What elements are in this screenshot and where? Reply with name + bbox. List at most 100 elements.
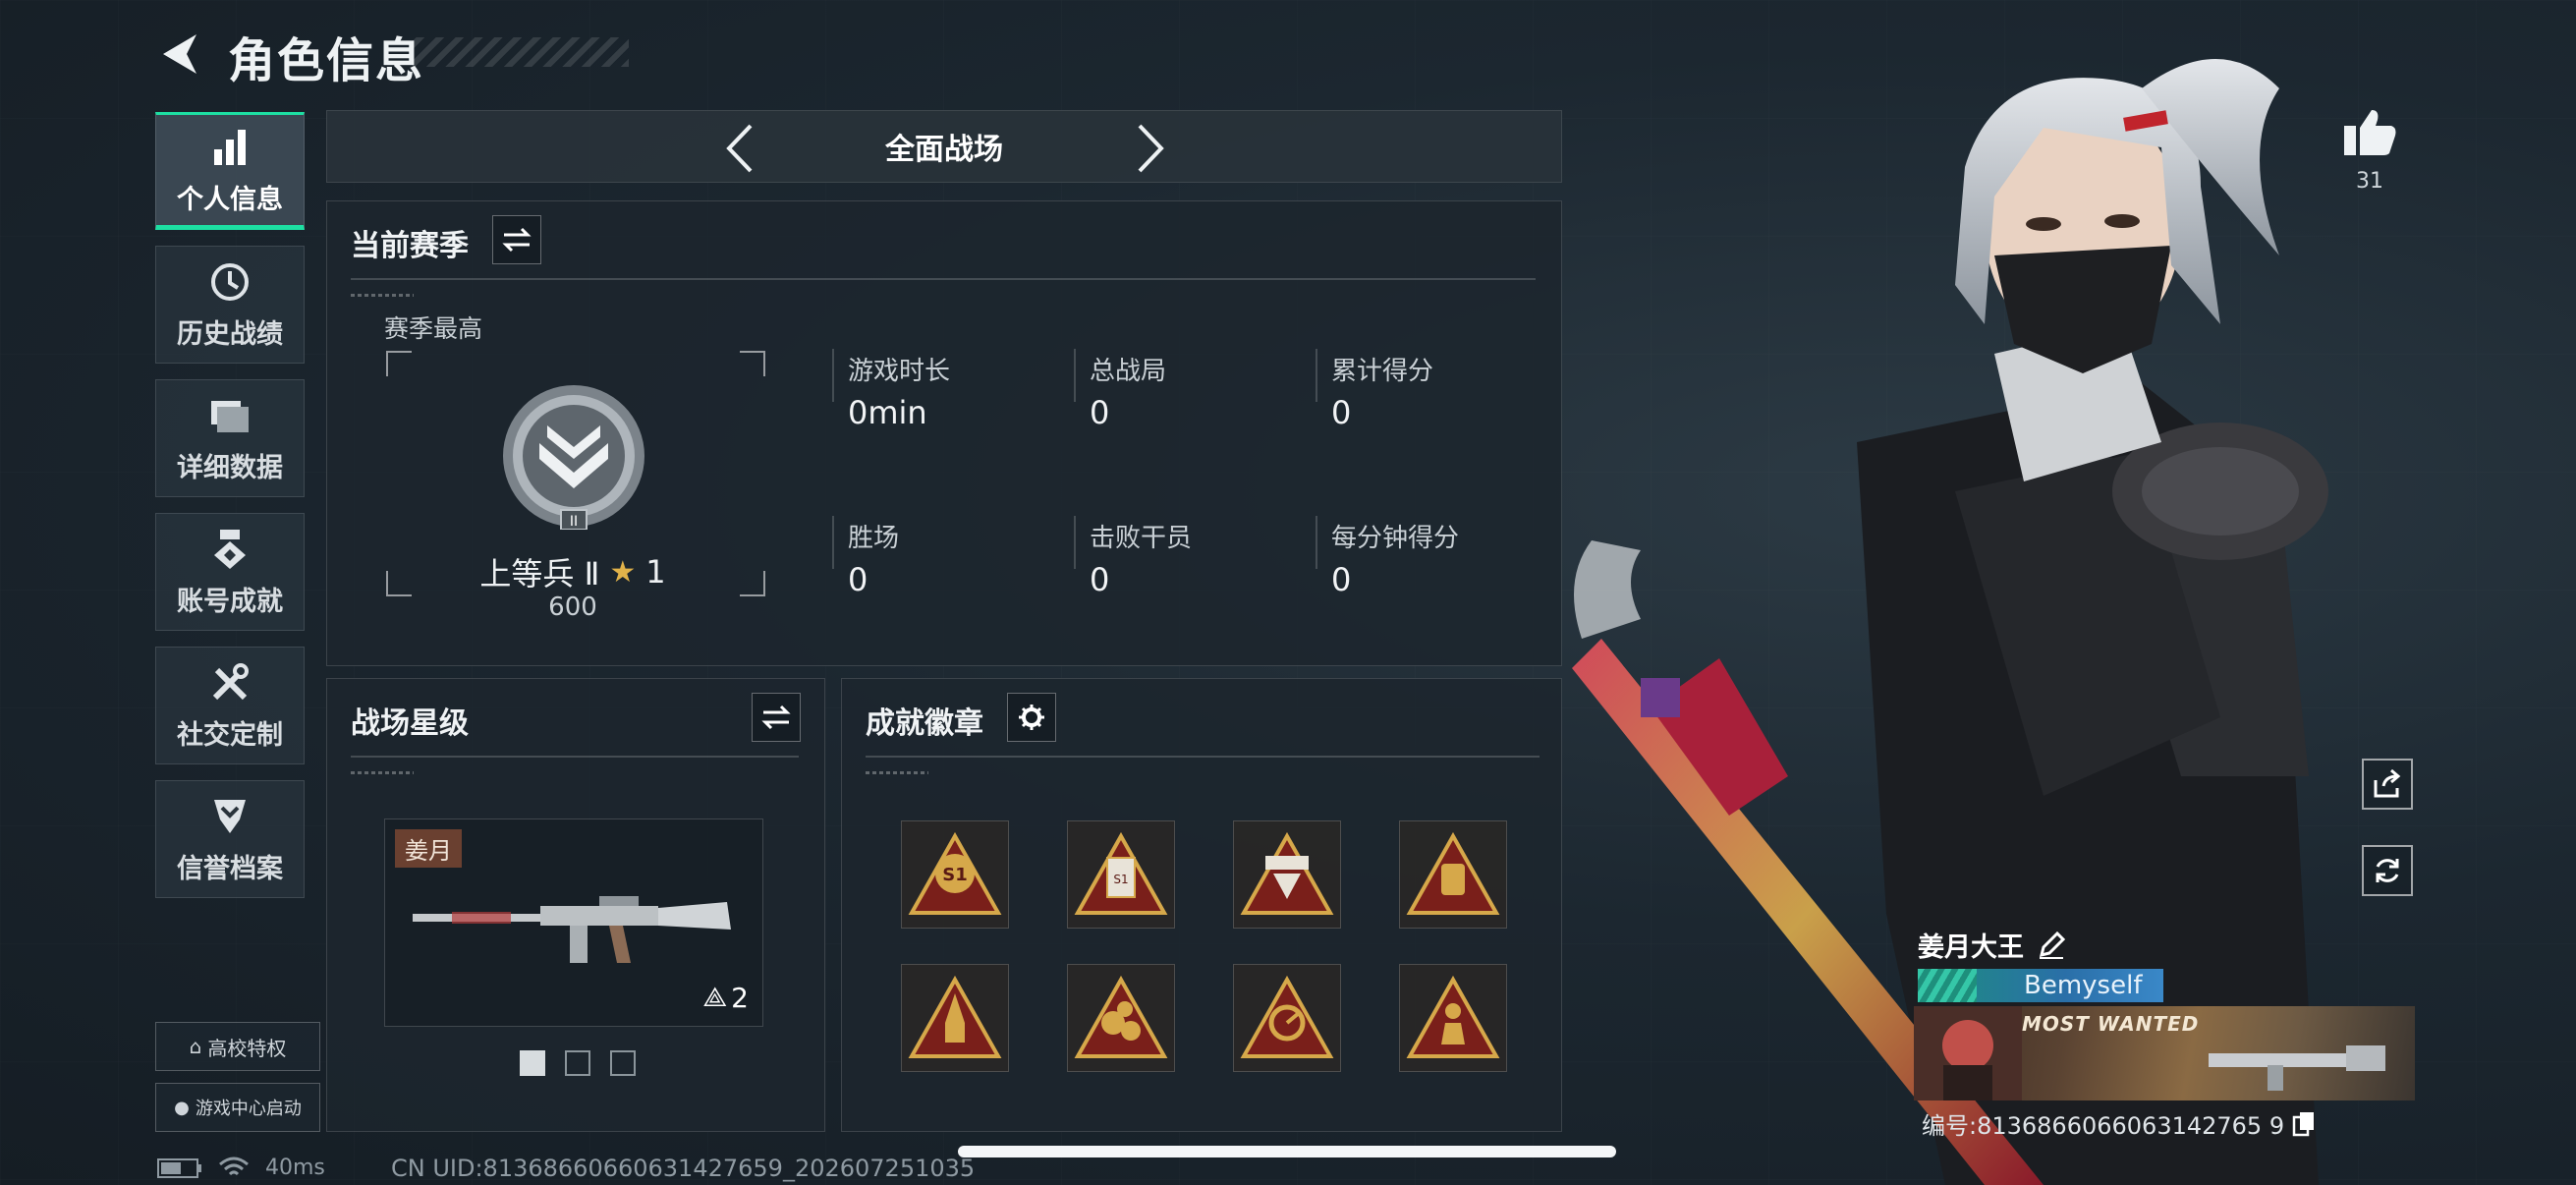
share-button[interactable] [2362,759,2413,810]
stat-label: 每分钟得分 [1331,524,1460,553]
frame-corner [386,351,412,376]
achievement-badges-title: 成就徽章 [866,706,983,741]
pager-dot[interactable] [610,1050,636,1076]
like-button[interactable]: 31 [2338,106,2401,194]
stars-switch-button[interactable] [752,693,801,742]
home-indicator[interactable] [958,1146,1616,1157]
stat-separator [1074,516,1076,569]
mode-next-button[interactable] [1121,119,1180,178]
canister-badge-icon: S1 [1074,831,1168,915]
copy-icon[interactable] [2292,1111,2316,1137]
stat-value: 0 [1331,561,1352,598]
sidebar-item-detailed-data[interactable]: 详细数据 [155,379,305,497]
star-level-value: 2 [731,981,749,1014]
season-best-label: 赛季最高 [384,314,483,343]
s1-season-badge-icon: S1 [908,831,1002,915]
badge-tile[interactable]: S1 [1067,820,1175,929]
switch-arrows-icon [761,705,791,730]
badge-tile[interactable]: S1 [901,820,1009,929]
stat-label: 击败干员 [1090,524,1193,553]
sidebar-item-label: 账号成就 [177,586,283,617]
triangle-rank-icon: ⟁ [702,981,728,1013]
rank-stars: 1 [645,553,666,591]
pager-dot-active[interactable] [520,1050,545,1076]
back-button[interactable] [153,28,204,81]
badge-tile[interactable] [1233,964,1341,1072]
crest-badge-icon [1240,831,1334,915]
stat-label: 胜场 [848,524,900,553]
game-center-icon: ● [174,1097,190,1118]
pager-dot[interactable] [565,1050,590,1076]
season-switch-button[interactable] [492,215,541,264]
stat-separator [1074,349,1076,402]
sidebar-item-achievements[interactable]: 账号成就 [155,513,305,631]
campus-privilege-button[interactable]: ⌂ 高校特权 [155,1022,320,1071]
wifi-icon [219,1157,249,1175]
chevron-right-icon [1138,124,1164,173]
medal-icon [207,527,252,572]
mode-selector: 全面战场 [326,110,1562,183]
svg-text:II: II [570,514,578,530]
stat-value: 0 [1090,394,1110,431]
sidebar-item-label: 社交定制 [177,719,283,751]
banner-weapon-art [2209,1045,2385,1091]
switch-arrows-icon [502,227,532,253]
frame-corner [740,351,765,376]
player-banner[interactable]: MOST WANTED [1914,1006,2415,1100]
badge-tile[interactable] [901,964,1009,1072]
mode-prev-button[interactable] [710,119,769,178]
player-uid-row: 编号:8136866066063142765 9 [1922,1106,2316,1141]
rank-points: 600 [548,592,597,622]
sidebar-item-credit[interactable]: 信誉档案 [155,780,305,898]
badge-tile[interactable] [1399,820,1507,929]
divider-ticks [866,771,928,774]
tag-pattern [1918,969,1977,1002]
shield-chevron-icon [207,794,252,839]
stat-separator [832,516,834,569]
sidebar-item-personal-info[interactable]: 个人信息 [155,112,305,230]
weapon-card[interactable]: 姜月 ⟁ 2 [384,818,763,1027]
edit-pencil-icon[interactable] [2038,931,2065,959]
chevron-left-icon [726,124,753,173]
stat-separator [1316,349,1317,402]
stat-label: 总战局 [1090,357,1167,386]
sidebar-item-social[interactable]: 社交定制 [155,647,305,764]
rank-row: 上等兵 Ⅱ ★ 1 [327,549,818,594]
sidebar-item-label: 历史战绩 [177,318,283,350]
sidebar-item-label: 详细数据 [177,452,283,483]
stat-value: 0min [848,394,927,431]
refresh-button[interactable] [2362,845,2413,896]
battlefield-stars-title: 战场星级 [351,706,469,741]
soldier-badge-icon [1406,975,1500,1058]
game-center-launch-button[interactable]: ● 游戏中心启动 [155,1083,320,1132]
current-season-panel: 当前赛季 赛季最高 II 上等兵 Ⅱ ★ 1 600 游戏时长 0min 总战局… [326,200,1562,666]
svg-text:S1: S1 [942,865,968,885]
character-info-screen: 角色信息 个人信息 历史战绩 详细数据 账号成就 社交定制 信誉档案 ⌂ 高校特… [0,0,2576,1185]
ping-value: 40ms [265,1156,325,1180]
refresh-icon [2376,859,2399,882]
player-tag-text: Bemyself [2024,971,2143,1000]
banner-character-art [1914,1006,2022,1100]
badge-tile[interactable] [1399,964,1507,1072]
backpack-badge-icon [1406,831,1500,915]
section-divider [351,278,1536,280]
weapon-pager [520,1050,636,1076]
stat-value: 0 [1331,394,1352,431]
stat-separator [832,349,834,402]
stat-value: 0 [1090,561,1110,598]
section-divider [866,756,1540,758]
player-name-row: 姜月大王 [1918,926,2065,964]
radar-dish-badge-icon [1240,975,1334,1058]
sidebar-item-history[interactable]: 历史战绩 [155,246,305,364]
share-icon [2374,768,2401,798]
badge-tile[interactable] [1067,964,1175,1072]
player-uid: 编号:8136866066063142765 9 [1922,1112,2285,1140]
badge-settings-button[interactable] [1007,693,1056,742]
stat-value: 0 [848,561,868,598]
battery-icon [157,1157,201,1178]
current-season-title: 当前赛季 [351,229,469,263]
rank-name: 上等兵 Ⅱ [479,555,600,592]
player-tag: Bemyself [1918,969,2163,1002]
status-bar: 40ms [157,1156,325,1180]
badge-tile[interactable] [1233,820,1341,929]
